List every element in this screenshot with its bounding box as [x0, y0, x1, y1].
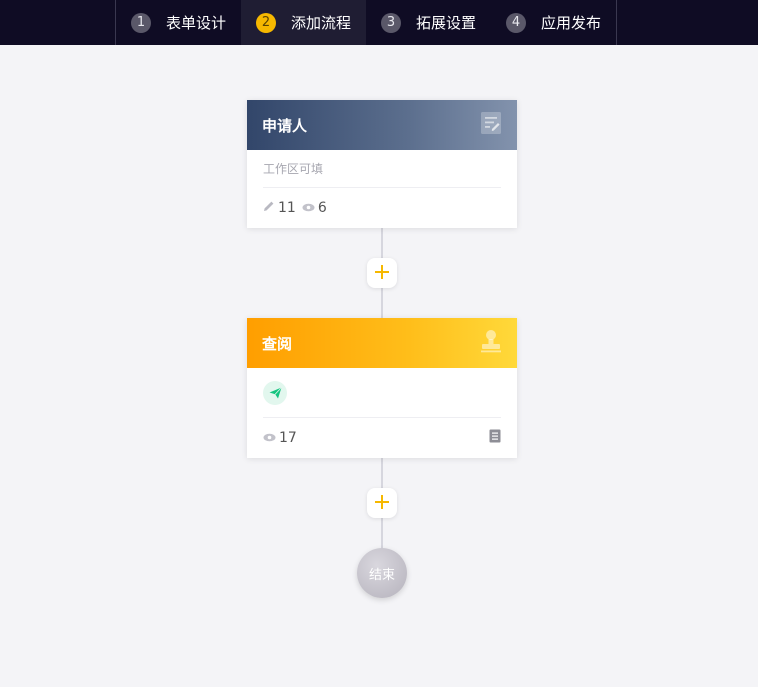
form-edit-icon	[480, 111, 502, 139]
stamp-icon	[480, 329, 502, 357]
end-label: 结束	[368, 567, 395, 583]
view-stat: 6	[302, 200, 327, 216]
step-number: 3	[381, 12, 402, 33]
step-label: 拓展设置	[416, 14, 477, 32]
plus-icon	[375, 264, 389, 283]
flow-node-review[interactable]: 查阅 17	[247, 318, 517, 458]
step-label: 添加流程	[291, 14, 352, 32]
top-bar: 1 表单设计 2 添加流程 3 拓展设置 4 应用发布	[0, 0, 758, 45]
step-extend-settings[interactable]: 3 拓展设置	[366, 0, 491, 45]
eye-icon	[302, 200, 318, 216]
flow-end-node: 结束	[357, 548, 407, 598]
step-publish[interactable]: 4 应用发布	[491, 0, 616, 45]
step-form-design[interactable]: 1 表单设计	[116, 0, 241, 45]
eye-icon	[263, 430, 279, 446]
node-body: 工作区可填 11 6	[247, 150, 517, 228]
pencil-icon	[263, 200, 278, 216]
edit-count: 11	[278, 200, 296, 216]
node-header: 申请人	[247, 100, 517, 150]
step-number: 4	[506, 12, 527, 33]
step-number: 1	[131, 12, 151, 33]
node-description: 工作区可填	[263, 150, 501, 188]
plus-icon	[375, 494, 389, 513]
node-footer: 11 6	[263, 188, 501, 228]
add-node-button[interactable]	[367, 488, 397, 518]
document-icon[interactable]	[489, 429, 501, 447]
node-title: 申请人	[262, 116, 308, 135]
step-label: 表单设计	[166, 14, 227, 32]
node-footer: 17	[263, 418, 501, 458]
node-title: 查阅	[262, 334, 293, 353]
edit-stat: 11	[263, 200, 296, 216]
node-header: 查阅	[247, 318, 517, 368]
step-label: 应用发布	[541, 14, 602, 32]
step-number: 2	[256, 12, 277, 33]
flow-node-applicant[interactable]: 申请人 工作区可填 11 6	[247, 100, 517, 228]
step-add-flow[interactable]: 2 添加流程	[241, 0, 367, 45]
view-count: 17	[279, 430, 297, 446]
node-stats: 11 6	[263, 200, 333, 216]
add-node-button[interactable]	[367, 258, 397, 288]
view-count: 6	[317, 200, 327, 216]
view-stat: 17	[263, 430, 297, 446]
step-nav: 1 表单设计 2 添加流程 3 拓展设置 4 应用发布	[115, 0, 618, 45]
node-body: 17	[247, 368, 517, 458]
node-actions	[263, 368, 501, 418]
send-icon	[263, 380, 287, 405]
